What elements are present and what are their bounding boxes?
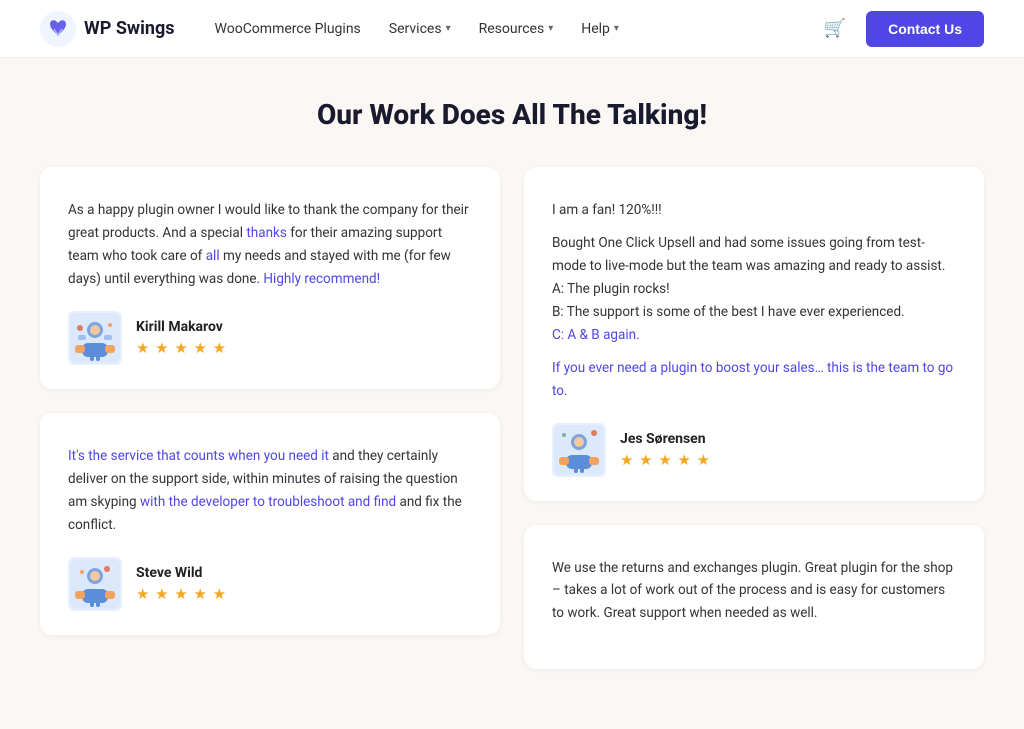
nav-services[interactable]: Services ▾ (389, 21, 451, 37)
right-column: I am a fan! 120%!!! Bought One Click Ups… (524, 167, 984, 669)
logo-icon (40, 11, 76, 47)
stars-1: ★ ★ ★ ★ ★ (136, 339, 227, 357)
main-content: Our Work Does All The Talking! As a happ… (0, 58, 1024, 729)
nav-resources[interactable]: Resources ▾ (479, 21, 554, 37)
review-text-2: It's the service that counts when you ne… (68, 445, 472, 537)
review-card-1: As a happy plugin owner I would like to … (40, 167, 500, 389)
navbar: WP Swings WooCommerce Plugins Services ▾… (0, 0, 1024, 58)
chevron-down-icon: ▾ (614, 23, 619, 34)
reviews-grid: As a happy plugin owner I would like to … (40, 167, 984, 669)
reviewer-name-2: Steve Wild (136, 565, 227, 581)
reviewer-row-1: Kirill Makarov ★ ★ ★ ★ ★ (68, 311, 472, 365)
reviewer-info-2: Steve Wild ★ ★ ★ ★ ★ (136, 565, 227, 603)
cart-icon[interactable]: 🛒 (824, 18, 846, 39)
reviewer-name-1: Kirill Makarov (136, 319, 227, 335)
stars-2: ★ ★ ★ ★ ★ (136, 585, 227, 603)
review-text-4: We use the returns and exchanges plugin.… (552, 557, 956, 626)
logo[interactable]: WP Swings (40, 11, 175, 47)
stars-3: ★ ★ ★ ★ ★ (620, 451, 711, 469)
logo-text: WP Swings (84, 18, 175, 39)
chevron-down-icon: ▾ (548, 23, 553, 34)
nav-links: WooCommerce Plugins Services ▾ Resources… (215, 21, 824, 37)
nav-right: 🛒 Contact Us (824, 11, 984, 47)
reviewer-row-3: Jes Sørensen ★ ★ ★ ★ ★ (552, 423, 956, 477)
review-text-3: I am a fan! 120%!!! Bought One Click Ups… (552, 199, 956, 403)
page-title: Our Work Does All The Talking! (40, 98, 984, 131)
reviewer-info-1: Kirill Makarov ★ ★ ★ ★ ★ (136, 319, 227, 357)
nav-woocommerce-plugins[interactable]: WooCommerce Plugins (215, 21, 361, 37)
review-text-1: As a happy plugin owner I would like to … (68, 199, 472, 291)
reviewer-info-3: Jes Sørensen ★ ★ ★ ★ ★ (620, 431, 711, 469)
reviewer-name-3: Jes Sørensen (620, 431, 711, 447)
left-column: As a happy plugin owner I would like to … (40, 167, 500, 669)
contact-us-button[interactable]: Contact Us (866, 11, 984, 47)
avatar-1 (68, 311, 122, 365)
chevron-down-icon: ▾ (446, 23, 451, 34)
review-card-4: We use the returns and exchanges plugin.… (524, 525, 984, 670)
review-card-3: I am a fan! 120%!!! Bought One Click Ups… (524, 167, 984, 501)
avatar-3 (552, 423, 606, 477)
reviewer-row-2: Steve Wild ★ ★ ★ ★ ★ (68, 557, 472, 611)
review-card-2: It's the service that counts when you ne… (40, 413, 500, 635)
nav-help[interactable]: Help ▾ (581, 21, 619, 37)
avatar-2 (68, 557, 122, 611)
